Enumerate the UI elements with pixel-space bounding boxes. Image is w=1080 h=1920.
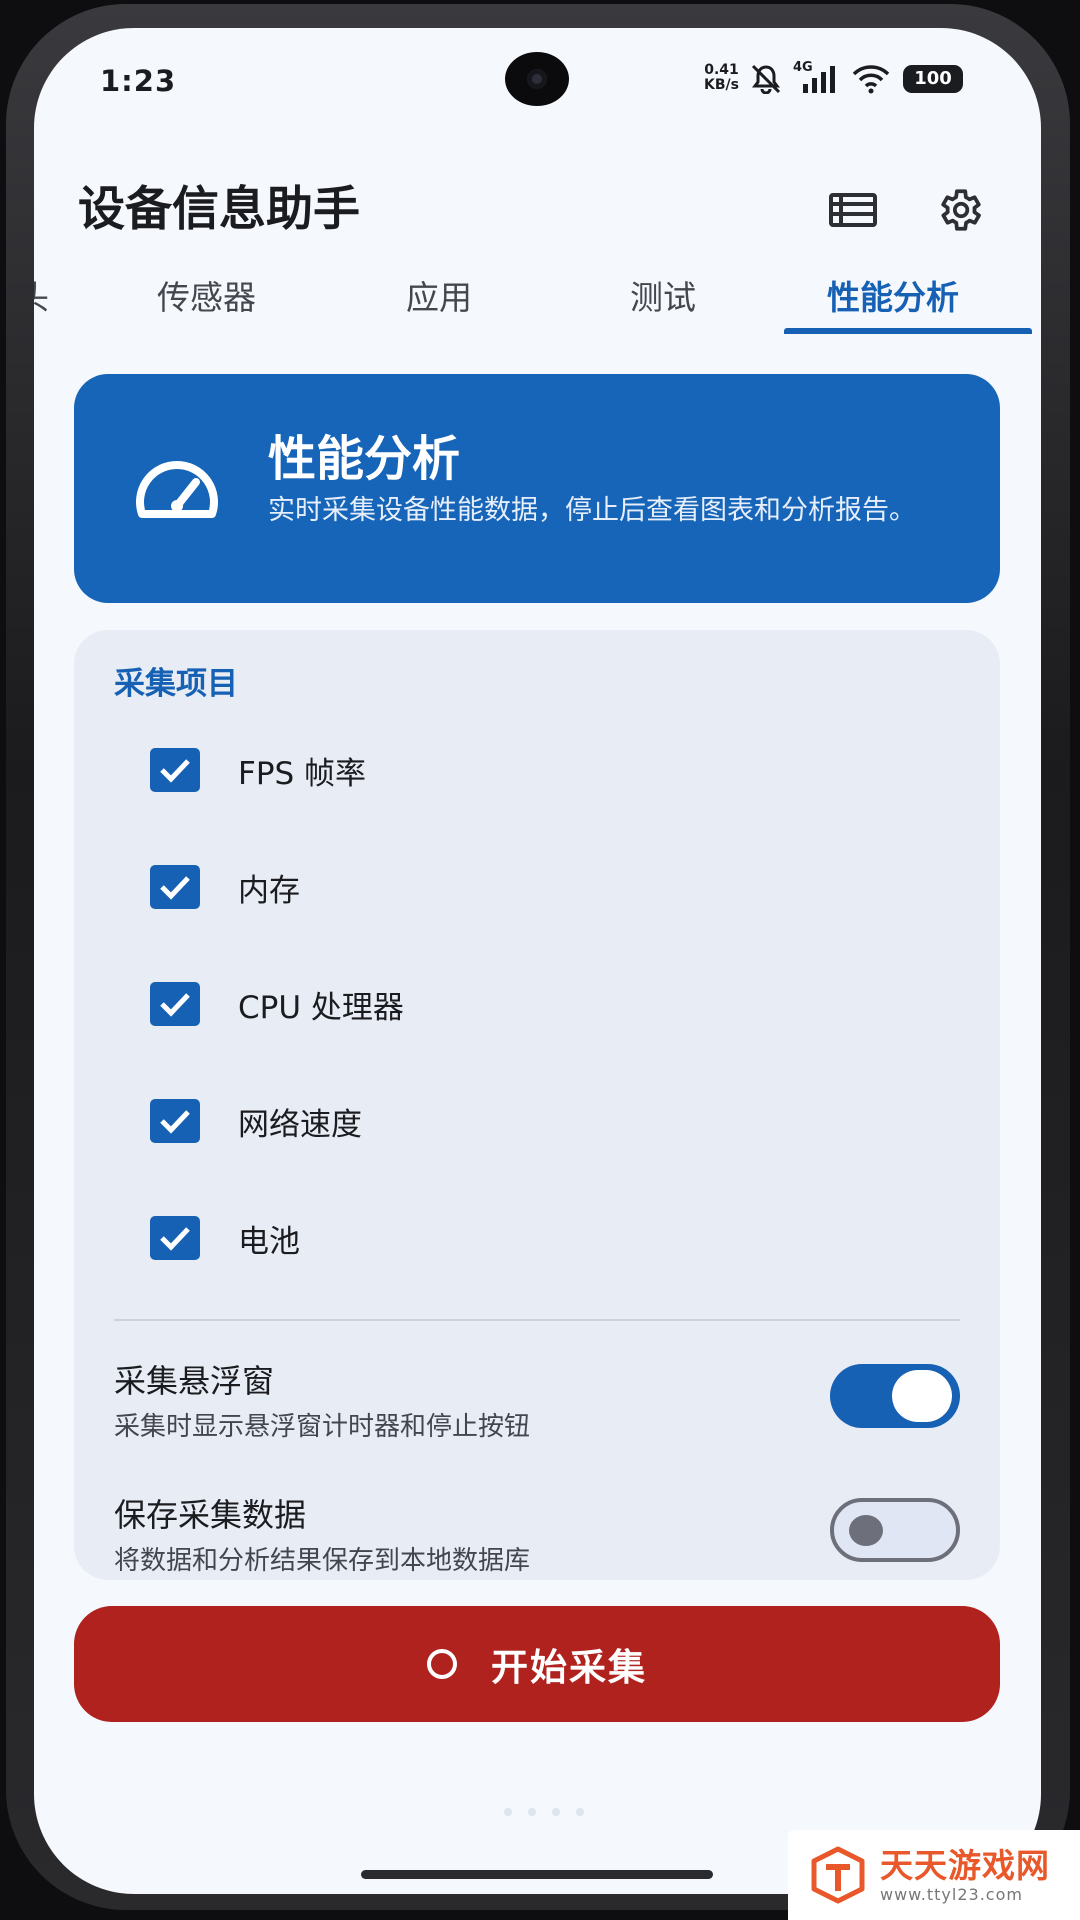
performance-banner: 性能分析 实时采集设备性能数据，停止后查看图表和分析报告。 — [74, 374, 1000, 603]
watermark: 天天游戏网 www.ttyl23.com — [788, 1830, 1080, 1920]
banner-description: 实时采集设备性能数据，停止后查看图表和分析报告。 — [268, 495, 916, 526]
signal-icon — [803, 66, 835, 93]
watermark-url: www.ttyl23.com — [880, 1884, 1023, 1904]
list-icon — [829, 193, 877, 227]
list-button[interactable] — [821, 178, 885, 242]
status-time: 1:23 — [100, 64, 177, 98]
collect-item-network[interactable]: 网络速度 — [150, 1091, 362, 1151]
collect-item-fps[interactable]: FPS 帧率 — [150, 740, 366, 800]
floating-window-title: 采集悬浮窗 — [114, 1362, 275, 1400]
wifi-icon — [852, 65, 890, 94]
floating-window-switch[interactable] — [830, 1364, 960, 1428]
watermark-logo-icon — [811, 1846, 865, 1904]
memory-checkbox[interactable] — [150, 865, 200, 909]
tab-sensors[interactable]: 传感器 — [157, 271, 256, 319]
tab-tests[interactable]: 测试 — [630, 271, 696, 319]
setting-save-data: 保存采集数据 将数据和分析结果保存到本地数据库 — [114, 1490, 960, 1580]
switch-knob — [892, 1370, 952, 1422]
battery-checkbox[interactable] — [150, 1216, 200, 1260]
collect-card: 采集项目 FPS 帧率 内存 CPU 处理器 网络速度 电池 采集悬浮窗 采集时… — [74, 630, 1000, 1580]
gear-icon — [941, 189, 981, 231]
save-data-switch[interactable] — [830, 1498, 960, 1562]
screen: 1:23 0.41 KB/s 4G 100 设备信息助手 传感器 应用 测试 性… — [34, 28, 1041, 1894]
front-camera — [505, 52, 569, 106]
collect-title: 采集项目 — [114, 666, 238, 702]
page-dots — [504, 1808, 584, 1816]
collect-item-cpu[interactable]: CPU 处理器 — [150, 974, 404, 1034]
memory-label: 内存 — [238, 872, 300, 909]
tab-performance[interactable]: 性能分析 — [827, 271, 959, 319]
tab-bar: 头 传感器 应用 测试 性能分析 — [34, 263, 1041, 334]
phone: 1:23 0.41 KB/s 4G 100 设备信息助手 传感器 应用 测试 性… — [0, 0, 1080, 1920]
fps-label: FPS 帧率 — [238, 755, 367, 792]
battery-label: 电池 — [238, 1223, 300, 1260]
collect-item-battery[interactable]: 电池 — [150, 1208, 300, 1268]
checkmark-icon — [160, 1110, 190, 1134]
start-collect-button[interactable]: 开始采集 — [74, 1606, 1000, 1722]
fps-checkbox[interactable] — [150, 748, 200, 792]
bell-muted-icon — [751, 64, 781, 94]
app-bar: 设备信息助手 — [34, 148, 1041, 248]
speedometer-icon — [136, 461, 218, 518]
collect-item-memory[interactable]: 内存 — [150, 857, 300, 917]
watermark-name: 天天游戏网 — [880, 1845, 1050, 1885]
setting-floating-window: 采集悬浮窗 采集时显示悬浮窗计时器和停止按钮 — [114, 1356, 960, 1446]
save-data-title: 保存采集数据 — [114, 1496, 307, 1534]
banner-title: 性能分析 — [268, 431, 461, 487]
settings-button[interactable] — [927, 178, 991, 242]
cpu-checkbox[interactable] — [150, 982, 200, 1026]
floating-window-description: 采集时显示悬浮窗计时器和停止按钮 — [114, 1412, 531, 1442]
status-icons: 4G 100 — [749, 60, 963, 96]
status-bar: 1:23 0.41 KB/s 4G 100 — [34, 28, 1041, 138]
net-speed-value: 0.41 — [704, 62, 739, 78]
checkmark-icon — [160, 876, 190, 900]
home-indicator[interactable] — [361, 1870, 713, 1879]
net-speed-unit: KB/s — [704, 77, 739, 93]
record-icon — [427, 1649, 457, 1679]
tab-camera[interactable]: 头 — [34, 271, 49, 319]
start-collect-label: 开始采集 — [491, 1646, 647, 1689]
cpu-label: CPU 处理器 — [238, 989, 404, 1026]
battery-level: 100 — [903, 65, 963, 93]
network-label: 网络速度 — [238, 1106, 362, 1143]
signal: 4G — [793, 60, 839, 94]
checkmark-icon — [160, 993, 190, 1017]
tab-indicator — [784, 328, 1032, 334]
checkmark-icon — [160, 1227, 190, 1251]
net-speed: 0.41 KB/s — [704, 63, 739, 93]
tab-apps[interactable]: 应用 — [406, 271, 472, 319]
checkmark-icon — [160, 759, 190, 783]
save-data-description: 将数据和分析结果保存到本地数据库 — [114, 1546, 531, 1576]
app-title: 设备信息助手 — [78, 182, 360, 237]
network-checkbox[interactable] — [150, 1099, 200, 1143]
switch-knob — [849, 1515, 883, 1546]
divider — [114, 1319, 960, 1321]
